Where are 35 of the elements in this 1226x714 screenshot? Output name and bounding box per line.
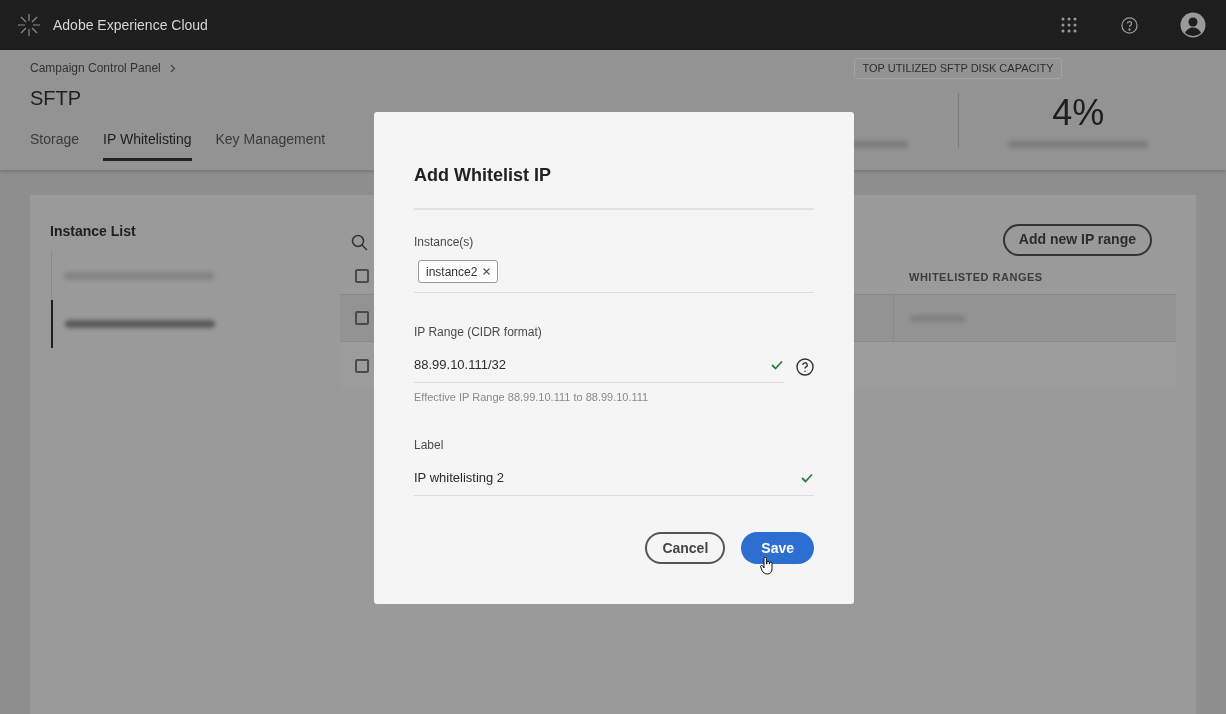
close-icon[interactable] [483,268,491,275]
dialog-title: Add Whitelist IP [414,164,552,187]
help-icon[interactable] [796,357,814,376]
capacity-percent: 4% [1052,92,1105,133]
text-input-field[interactable]: 88.99.10.111/32 [414,350,784,383]
row-checkbox[interactable] [355,358,369,373]
avatar-icon[interactable] [1180,12,1206,38]
field-label: Label [414,436,445,454]
page-title: SFTP [30,86,83,110]
help-icon[interactable] [1121,16,1138,34]
add-ip-range-button[interactable]: Add new IP range [1002,223,1152,256]
apps-grid-icon[interactable] [1061,17,1077,33]
tag-input-field[interactable]: instance2 [414,260,814,293]
app-title: Adobe Experience Cloud [53,15,208,35]
text-input-field[interactable]: IP whitelisting 2 [414,462,814,496]
tab[interactable]: Storage [30,131,80,161]
breadcrumb-link[interactable]: Campaign Control Panel [30,59,161,77]
chevron-right-icon [169,63,176,73]
instance-tag[interactable]: instance2 [418,260,499,283]
field-label: IP Range (CIDR format) [414,324,543,341]
tab[interactable]: IP Whitelisting [103,131,192,161]
instance-list-title: Instance List [50,222,137,241]
field-label: Instance(s) [414,234,475,251]
logo-icon[interactable] [16,12,42,38]
save-button[interactable]: Save [741,532,814,564]
tab[interactable]: Key Management [215,131,326,161]
hand-cursor-icon [760,557,774,575]
search-icon[interactable] [351,234,368,251]
row-checkbox[interactable] [355,311,369,325]
field-hint: Effective IP Range 88.99.10.111 to 88.99.10.111 [414,390,650,405]
cancel-button[interactable]: Cancel [645,532,726,564]
select-all-checkbox[interactable] [355,269,369,283]
tag-label: instance2 [426,263,478,281]
column-header: WHITELISTED RANGES [909,271,1043,283]
capacity-badge: TOP UTILIZED SFTP DISK CAPACITY [854,58,1062,79]
